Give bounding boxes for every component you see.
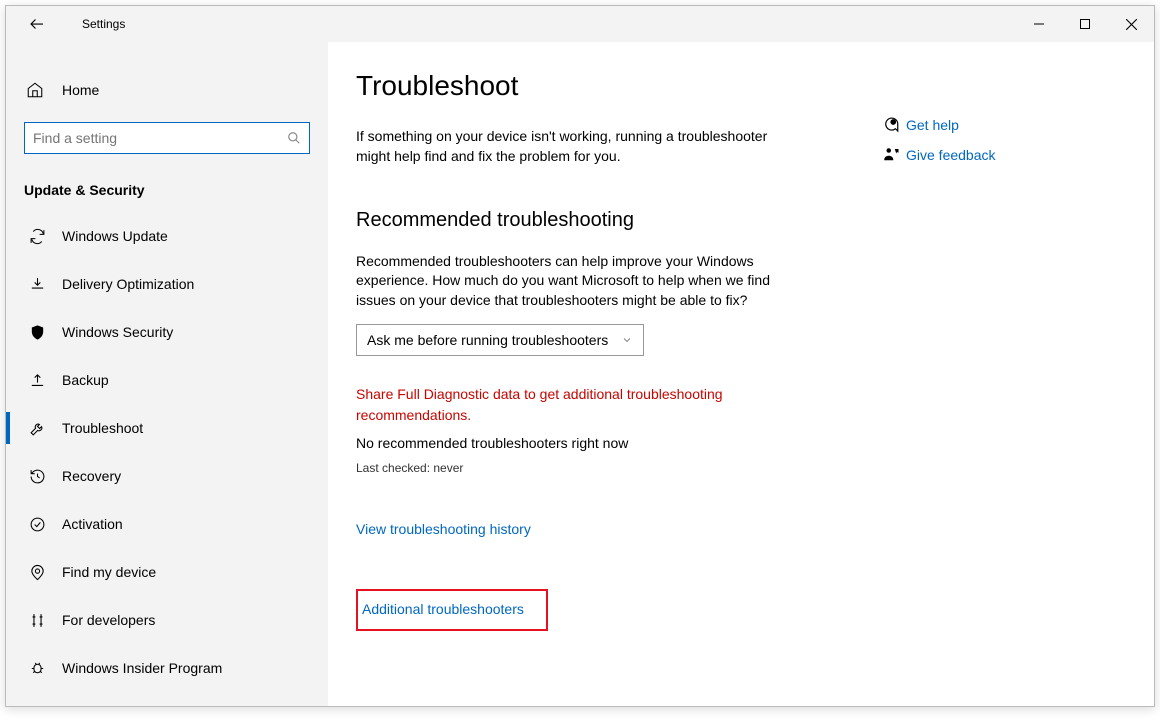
window-title: Settings xyxy=(82,17,125,31)
upload-icon xyxy=(26,372,48,389)
nav: Windows Update Delivery Optimization Win… xyxy=(6,212,328,692)
sidebar-item-label: Troubleshoot xyxy=(62,420,143,436)
location-icon xyxy=(26,564,48,581)
body: Home Update & Security Windows Update xyxy=(6,42,1154,706)
sidebar-item-windows-security[interactable]: Windows Security xyxy=(6,308,328,356)
search-box[interactable] xyxy=(24,122,310,154)
sidebar: Home Update & Security Windows Update xyxy=(6,42,328,706)
no-recommended-text: No recommended troubleshooters right now xyxy=(356,435,876,451)
feedback-icon xyxy=(876,146,906,164)
sidebar-item-activation[interactable]: Activation xyxy=(6,500,328,548)
last-checked-text: Last checked: never xyxy=(356,461,876,475)
sidebar-item-label: Find my device xyxy=(62,564,156,580)
sidebar-item-for-developers[interactable]: For developers xyxy=(6,596,328,644)
additional-troubleshooters-link[interactable]: Additional troubleshooters xyxy=(362,601,524,617)
get-help-link[interactable]: Get help xyxy=(906,117,959,133)
arrow-left-icon xyxy=(28,15,46,33)
wrench-icon xyxy=(26,420,48,437)
dropdown-value: Ask me before running troubleshooters xyxy=(367,332,608,348)
sidebar-item-troubleshoot[interactable]: Troubleshoot xyxy=(6,404,328,452)
sidebar-item-windows-update[interactable]: Windows Update xyxy=(6,212,328,260)
search-wrap xyxy=(24,122,310,154)
sidebar-item-find-my-device[interactable]: Find my device xyxy=(6,548,328,596)
recommended-heading: Recommended troubleshooting xyxy=(356,209,876,232)
sidebar-item-delivery-optimization[interactable]: Delivery Optimization xyxy=(6,260,328,308)
sidebar-item-label: Windows Security xyxy=(62,324,173,340)
main: Troubleshoot If something on your device… xyxy=(328,42,1154,706)
sidebar-item-label: Windows Insider Program xyxy=(62,660,222,676)
bug-icon xyxy=(26,660,48,677)
sidebar-item-label: Backup xyxy=(62,372,109,388)
get-help-row: Get help xyxy=(876,116,1154,134)
sidebar-item-label: For developers xyxy=(62,612,155,628)
maximize-icon xyxy=(1080,19,1090,29)
sidebar-item-label: Windows Update xyxy=(62,228,168,244)
search-input[interactable] xyxy=(33,130,287,146)
sidebar-item-backup[interactable]: Backup xyxy=(6,356,328,404)
section-title: Update & Security xyxy=(24,182,328,198)
shield-icon xyxy=(26,324,48,341)
sidebar-item-label: Recovery xyxy=(62,468,121,484)
tools-icon xyxy=(26,612,48,629)
back-button[interactable] xyxy=(20,6,54,42)
clock-back-icon xyxy=(26,468,48,485)
troubleshooter-dropdown[interactable]: Ask me before running troubleshooters xyxy=(356,324,644,356)
intro-text: If something on your device isn't workin… xyxy=(356,126,786,167)
sidebar-item-label: Activation xyxy=(62,516,123,532)
close-button[interactable] xyxy=(1108,9,1154,39)
home-icon xyxy=(26,81,48,99)
titlebar-left: Settings xyxy=(6,6,125,42)
titlebar: Settings xyxy=(6,6,1154,42)
window-controls xyxy=(1016,9,1154,39)
recommended-body: Recommended troubleshooters can help imp… xyxy=(356,252,786,311)
content: Troubleshoot If something on your device… xyxy=(356,70,876,706)
close-icon xyxy=(1126,19,1137,30)
diagnostic-warning: Share Full Diagnostic data to get additi… xyxy=(356,384,756,425)
help-icon xyxy=(876,116,906,134)
home-button[interactable]: Home xyxy=(6,68,328,112)
right-column: Get help Give feedback xyxy=(876,70,1154,706)
additional-troubleshooters-highlight: Additional troubleshooters xyxy=(356,589,548,631)
chevron-down-icon xyxy=(621,334,633,346)
download-icon xyxy=(26,276,48,293)
settings-window: Settings Home xyxy=(5,5,1155,707)
minimize-icon xyxy=(1034,19,1044,29)
sidebar-item-windows-insider[interactable]: Windows Insider Program xyxy=(6,644,328,692)
sidebar-item-recovery[interactable]: Recovery xyxy=(6,452,328,500)
give-feedback-row: Give feedback xyxy=(876,146,1154,164)
minimize-button[interactable] xyxy=(1016,9,1062,39)
search-icon xyxy=(287,131,301,145)
page-title: Troubleshoot xyxy=(356,70,876,102)
sync-icon xyxy=(26,228,48,245)
check-circle-icon xyxy=(26,516,48,533)
give-feedback-link[interactable]: Give feedback xyxy=(906,147,996,163)
sidebar-item-label: Delivery Optimization xyxy=(62,276,194,292)
home-label: Home xyxy=(62,82,99,98)
maximize-button[interactable] xyxy=(1062,9,1108,39)
view-history-link[interactable]: View troubleshooting history xyxy=(356,521,876,537)
